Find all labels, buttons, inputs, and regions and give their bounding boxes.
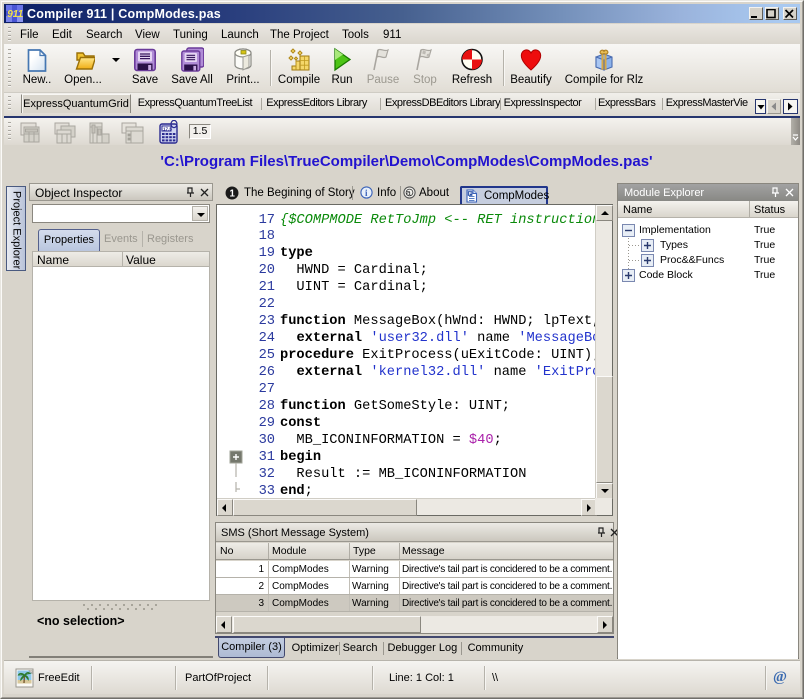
- svg-text:911: 911: [7, 9, 23, 20]
- svg-text:P: P: [469, 191, 472, 196]
- svg-text:1: 1: [230, 188, 236, 199]
- svg-text:17.5: 17.5: [163, 126, 172, 131]
